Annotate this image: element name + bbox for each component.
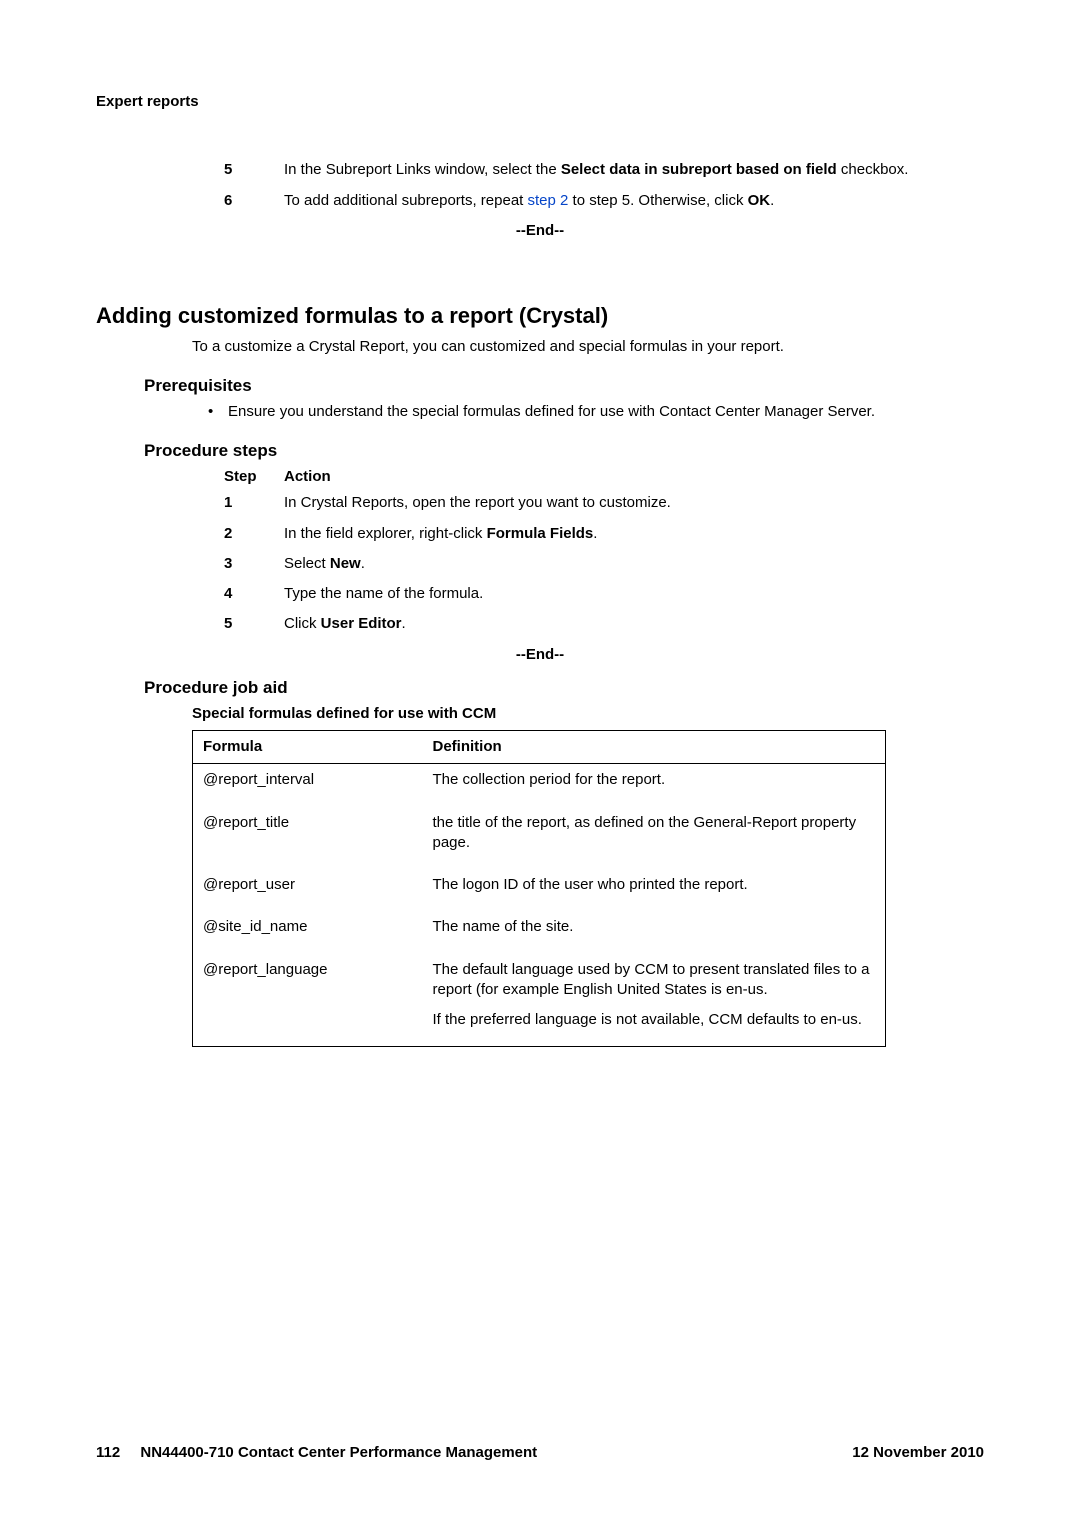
step-text: In Crystal Reports, open the report you … [284, 493, 984, 513]
footer-date: 12 November 2010 [852, 1443, 984, 1463]
formula-cell: @report_user [193, 869, 423, 911]
definition-cell: The collection period for the report. [423, 764, 886, 807]
step-number: 5 [224, 160, 284, 180]
definition-cell: the title of the report, as defined on t… [423, 807, 886, 870]
formula-cell: @report_interval [193, 764, 423, 807]
proc-step-4: 4 Type the name of the formula. [224, 584, 984, 604]
formula-cell: @report_title [193, 807, 423, 870]
col-step: Step [224, 467, 284, 487]
col-definition-header: Definition [423, 731, 886, 764]
page-number: 112 [96, 1444, 120, 1461]
formula-cell: @site_id_name [193, 911, 423, 953]
section-intro: To a customize a Crystal Report, you can… [192, 337, 984, 357]
definition-cell: The name of the site. [423, 911, 886, 953]
procedure-columns: Step Action [224, 467, 984, 487]
prerequisite-text: Ensure you understand the special formul… [228, 402, 875, 422]
step-number: 4 [224, 584, 284, 604]
table-row: @report_title the title of the report, a… [193, 807, 886, 870]
step-number: 3 [224, 554, 284, 574]
prerequisite-item: • Ensure you understand the special form… [208, 402, 984, 422]
step-text: To add additional subreports, repeat ste… [284, 191, 984, 211]
table-row: @report_interval The collection period f… [193, 764, 886, 807]
step-number: 1 [224, 493, 284, 513]
step-text: Select New. [284, 554, 984, 574]
proc-step-1: 1 In Crystal Reports, open the report yo… [224, 493, 984, 513]
procedure-steps-block: 1 In Crystal Reports, open the report yo… [224, 493, 984, 634]
table-row: @report_language The default language us… [193, 954, 886, 1047]
job-aid-heading: Procedure job aid [144, 677, 984, 700]
step-text: In the Subreport Links window, select th… [284, 160, 984, 180]
proc-step-5: 5 Click User Editor. [224, 614, 984, 634]
prerequisites-heading: Prerequisites [144, 375, 984, 398]
col-action: Action [284, 467, 331, 487]
table-caption: Special formulas defined for use with CC… [192, 704, 984, 724]
top-step-6: 6 To add additional subreports, repeat s… [224, 191, 984, 211]
step-number: 6 [224, 191, 284, 211]
page-header-title: Expert reports [96, 92, 984, 112]
proc-step-3: 3 Select New. [224, 554, 984, 574]
step-number: 2 [224, 524, 284, 544]
definition-cell: The logon ID of the user who printed the… [423, 869, 886, 911]
section-heading: Adding customized formulas to a report (… [96, 301, 984, 331]
doc-title: NN44400-710 Contact Center Performance M… [140, 1444, 537, 1461]
table-header-row: Formula Definition [193, 731, 886, 764]
proc-step-2: 2 In the field explorer, right-click For… [224, 524, 984, 544]
formula-table: Formula Definition @report_interval The … [192, 730, 886, 1047]
step-text: In the field explorer, right-click Formu… [284, 524, 984, 544]
bullet-icon: • [208, 402, 228, 422]
definition-cell: The default language used by CCM to pres… [423, 954, 886, 1047]
table-row: @report_user The logon ID of the user wh… [193, 869, 886, 911]
top-steps-block: 5 In the Subreport Links window, select … [224, 160, 984, 211]
step-number: 5 [224, 614, 284, 634]
top-step-5: 5 In the Subreport Links window, select … [224, 160, 984, 180]
formula-cell: @report_language [193, 954, 423, 1047]
footer-left: 112 NN44400-710 Contact Center Performan… [96, 1443, 537, 1463]
page-footer: 112 NN44400-710 Contact Center Performan… [96, 1443, 984, 1463]
step-text: Type the name of the formula. [284, 584, 984, 604]
col-formula-header: Formula [193, 731, 423, 764]
table-row: @site_id_name The name of the site. [193, 911, 886, 953]
end-marker: --End-- [96, 221, 984, 241]
procedure-heading: Procedure steps [144, 440, 984, 463]
step-text: Click User Editor. [284, 614, 984, 634]
end-marker: --End-- [96, 645, 984, 665]
